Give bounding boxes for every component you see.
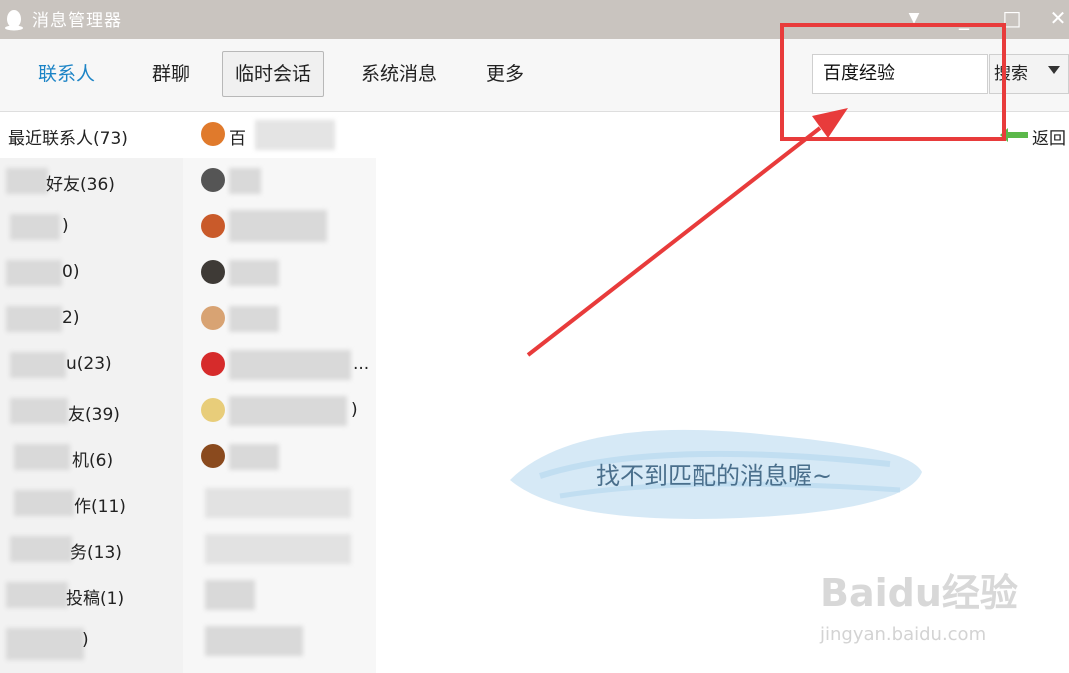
list-item[interactable]: 务(13) (0, 526, 183, 572)
blurred-area (6, 168, 48, 194)
group-label: u(23) (66, 354, 112, 374)
group-label: 0) (62, 262, 80, 282)
contact-list: 百 ... ) (183, 112, 376, 673)
group-label: 好友(36) (46, 175, 115, 195)
blurred-area (229, 306, 279, 332)
avatar (201, 444, 225, 468)
list-item[interactable]: 作(11) (0, 480, 183, 526)
contact-name: 百 (229, 129, 246, 149)
blurred-area (14, 444, 70, 470)
list-item[interactable] (183, 526, 376, 572)
blurred-area (229, 444, 279, 470)
blurred-area (6, 628, 84, 660)
avatar (201, 398, 225, 422)
blurred-area (10, 398, 68, 424)
list-item[interactable]: 百 (183, 112, 376, 158)
list-item[interactable]: 0) (0, 250, 183, 296)
list-item[interactable]: u(23) (0, 342, 183, 388)
blurred-area (229, 168, 261, 194)
blurred-area (205, 534, 351, 564)
blurred-area (229, 260, 279, 286)
blurred-area (6, 260, 62, 286)
group-label: 机(6) (72, 451, 114, 471)
contact-name: ... (353, 354, 370, 374)
list-item[interactable]: 机(6) (0, 434, 183, 480)
group-list: 最近联系人(73) 好友(36) ) 0) 2) u(23) 友(39) 机(6… (0, 112, 183, 673)
list-item[interactable] (183, 250, 376, 296)
window-title: 消息管理器 (32, 11, 122, 31)
blurred-area (14, 490, 74, 516)
list-item[interactable]: ... (183, 342, 376, 388)
list-item[interactable]: 投稿(1) (0, 572, 183, 618)
search-dropdown-icon[interactable] (1048, 66, 1060, 74)
list-item[interactable] (183, 618, 376, 664)
list-item[interactable]: ) (0, 618, 183, 664)
blurred-area (10, 536, 72, 562)
watermark: Baidu经验 jingyan.baidu.com (820, 562, 1020, 652)
list-item[interactable] (183, 572, 376, 618)
tab-system-messages[interactable]: 系统消息 (349, 51, 449, 97)
blurred-area (229, 396, 347, 426)
group-label: 务(13) (70, 543, 122, 563)
watermark-url: jingyan.baidu.com (820, 624, 987, 645)
contact-name: ) (351, 400, 358, 420)
list-item[interactable] (183, 480, 376, 526)
highlight-box (780, 23, 1006, 141)
group-label: ) (82, 630, 89, 650)
list-item[interactable] (183, 296, 376, 342)
list-item[interactable]: 2) (0, 296, 183, 342)
empty-message: 找不到匹配的消息喔~ (596, 462, 833, 490)
tab-more[interactable]: 更多 (474, 51, 536, 97)
qq-penguin-icon (5, 10, 23, 31)
close-button[interactable]: ✕ (1044, 4, 1069, 32)
blurred-area (6, 582, 68, 608)
back-label: 返回 (1032, 129, 1066, 149)
blurred-area (229, 350, 351, 380)
group-label: 2) (62, 308, 80, 328)
group-label: ) (62, 216, 69, 236)
blurred-area (10, 352, 66, 378)
blurred-area (229, 210, 327, 242)
group-item-recent[interactable]: 最近联系人(73) (0, 112, 183, 158)
avatar (201, 260, 225, 284)
group-label: 友(39) (68, 405, 120, 425)
group-label: 最近联系人(73) (8, 129, 128, 149)
tab-contacts[interactable]: 联系人 (26, 51, 107, 97)
empty-state: 找不到匹配的消息喔~ (500, 410, 930, 530)
list-item[interactable]: ) (0, 204, 183, 250)
tab-group-chat[interactable]: 群聊 (140, 51, 202, 97)
list-item[interactable] (183, 204, 376, 250)
avatar (201, 214, 225, 238)
avatar (201, 168, 225, 192)
list-item[interactable]: 友(39) (0, 388, 183, 434)
list-item[interactable] (183, 434, 376, 480)
avatar (201, 306, 225, 330)
watermark-brand: Baidu经验 (820, 571, 1018, 615)
list-item[interactable] (183, 158, 376, 204)
avatar (201, 352, 225, 376)
blurred-area (205, 488, 351, 518)
group-label: 投稿(1) (66, 589, 125, 609)
blurred-area (6, 306, 62, 332)
group-label: 作(11) (74, 497, 126, 517)
avatar (201, 122, 225, 146)
blurred-area (205, 626, 303, 656)
blurred-area (205, 580, 255, 610)
tab-temp-session[interactable]: 临时会话 (222, 51, 325, 97)
blurred-area (10, 214, 60, 240)
blurred-area (255, 120, 335, 150)
list-item[interactable]: ) (183, 388, 376, 434)
list-item[interactable]: 好友(36) (0, 158, 183, 204)
